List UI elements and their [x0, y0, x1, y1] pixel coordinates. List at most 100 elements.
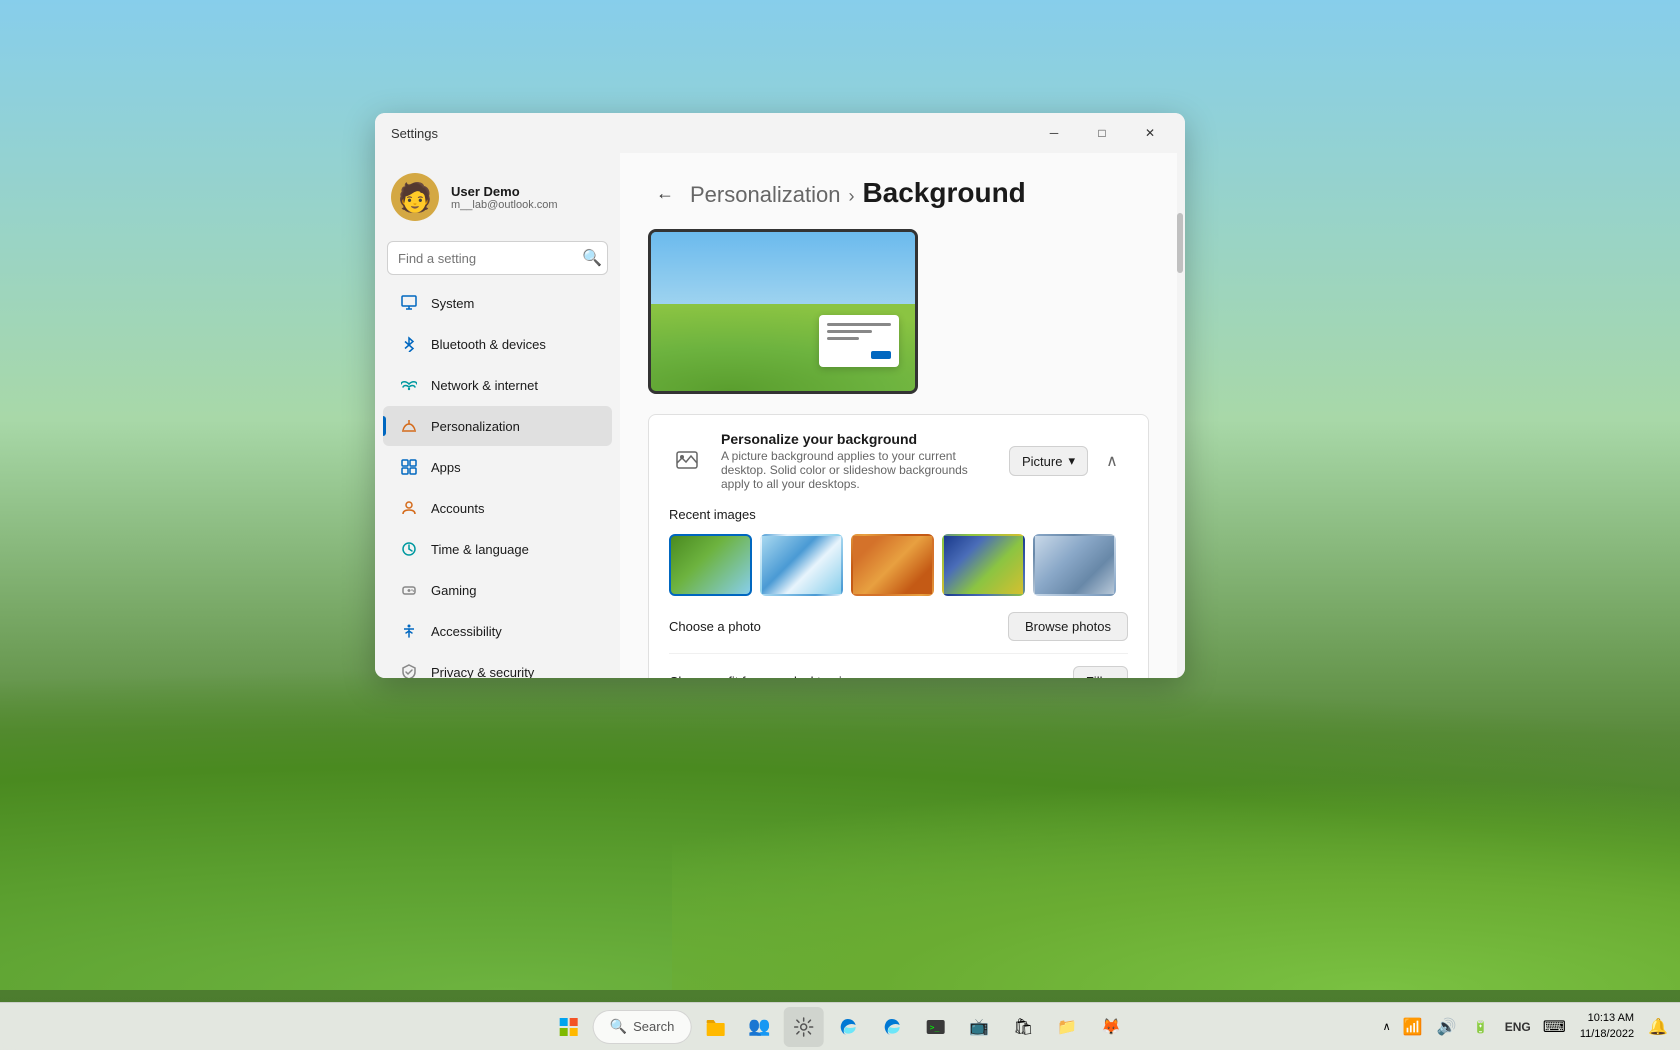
dropdown-arrow-icon: ▾ — [1068, 453, 1075, 469]
tray-network[interactable]: 📶 — [1397, 1007, 1429, 1047]
sidebar-item-label-time: Time & language — [431, 542, 529, 557]
sidebar-item-personalization[interactable]: Personalization — [383, 406, 612, 446]
user-info: User Demo m__lab@outlook.com — [451, 184, 604, 211]
sidebar-item-label-privacy: Privacy & security — [431, 665, 534, 679]
collapse-button[interactable]: ∧ — [1096, 445, 1128, 477]
taskbar-settings[interactable] — [783, 1007, 823, 1047]
clock-time: 10:13 AM — [1580, 1011, 1634, 1026]
window-title: Settings — [391, 126, 438, 141]
section-expanded: Recent images Choose a photo Browse phot… — [649, 507, 1148, 678]
taskbar-clock[interactable]: 10:13 AM 11/18/2022 — [1572, 1011, 1642, 1042]
dropdown-value: Picture — [1022, 454, 1062, 469]
minimize-button[interactable]: ─ — [1031, 117, 1077, 149]
language-indicator[interactable]: ENG — [1499, 1020, 1537, 1034]
sidebar-item-label-bluetooth: Bluetooth & devices — [431, 337, 546, 352]
section-control: Picture ▾ ∧ — [1009, 445, 1128, 477]
sidebar-item-accessibility[interactable]: Accessibility — [383, 611, 612, 651]
accounts-icon — [399, 498, 419, 518]
image-thumb-1[interactable] — [669, 534, 752, 596]
sidebar-item-label-accessibility: Accessibility — [431, 624, 502, 639]
tray-battery[interactable]: 🔋 — [1465, 1007, 1497, 1047]
accessibility-icon — [399, 621, 419, 641]
fit-dropdown-arrow-icon: ▾ — [1108, 673, 1115, 678]
desktop: Settings ─ □ ✕ 🧑 User Demo m — [0, 0, 1680, 1050]
title-bar: Settings ─ □ ✕ — [375, 113, 1185, 153]
personalization-icon — [399, 416, 419, 436]
breadcrumb-parent: Personalization — [690, 182, 840, 208]
image-thumb-3[interactable] — [851, 534, 934, 596]
sidebar-item-time[interactable]: Time & language — [383, 529, 612, 569]
sidebar-item-privacy[interactable]: Privacy & security — [383, 652, 612, 678]
privacy-icon — [399, 662, 419, 678]
clock-date: 11/18/2022 — [1580, 1027, 1634, 1042]
network-icon — [399, 375, 419, 395]
personalize-background-section: Personalize your background A picture ba… — [648, 414, 1149, 678]
taskbar-edge[interactable] — [827, 1007, 867, 1047]
user-name: User Demo — [451, 184, 604, 199]
back-button[interactable]: ← — [648, 179, 682, 208]
start-button[interactable] — [549, 1007, 589, 1047]
choose-photo-label: Choose a photo — [669, 619, 761, 634]
system-icon — [399, 293, 419, 313]
breadcrumb-current: Background — [862, 177, 1025, 209]
title-bar-controls: ─ □ ✕ — [1031, 117, 1173, 149]
tray-keyboard[interactable]: ⌨ — [1539, 1017, 1570, 1037]
taskbar-file-explorer[interactable] — [695, 1007, 735, 1047]
main-content: ← Personalization › Background — [620, 153, 1177, 678]
sidebar-item-label-apps: Apps — [431, 460, 461, 475]
taskbar-store[interactable]: 🛍 — [1003, 1007, 1043, 1047]
sidebar-item-apps[interactable]: Apps — [383, 447, 612, 487]
image-thumb-2[interactable] — [760, 534, 843, 596]
sidebar-item-label-network: Network & internet — [431, 378, 538, 393]
taskbar: 🔍 Search 👥 — [0, 1002, 1680, 1050]
section-title: Personalize your background — [721, 431, 993, 447]
fit-value: Fill — [1086, 674, 1103, 679]
time-icon — [399, 539, 419, 559]
sidebar-item-bluetooth[interactable]: Bluetooth & devices — [383, 324, 612, 364]
user-profile[interactable]: 🧑 User Demo m__lab@outlook.com — [375, 161, 620, 233]
taskbar-teams[interactable]: 👥 — [739, 1007, 779, 1047]
taskbar-search-label: Search — [633, 1019, 674, 1034]
tray-notification[interactable]: 🔔 — [1644, 1017, 1672, 1037]
sidebar-item-label-gaming: Gaming — [431, 583, 477, 598]
taskbar-search[interactable]: 🔍 Search — [593, 1010, 692, 1044]
section-desc: A picture background applies to your cur… — [721, 449, 993, 491]
browse-photos-button[interactable]: Browse photos — [1008, 612, 1128, 641]
sidebar-item-label-accounts: Accounts — [431, 501, 484, 516]
background-type-dropdown[interactable]: Picture ▾ — [1009, 446, 1088, 476]
images-grid — [669, 534, 1128, 596]
tray-volume[interactable]: 🔊 — [1431, 1007, 1463, 1047]
taskbar-terminal[interactable]: >_ — [915, 1007, 955, 1047]
taskbar-firefox[interactable]: 🦊 — [1091, 1007, 1131, 1047]
background-preview — [648, 229, 918, 394]
search-icon: 🔍 — [582, 248, 602, 268]
recent-images-label: Recent images — [669, 507, 1128, 522]
section-header: Personalize your background A picture ba… — [649, 415, 1148, 507]
search-input[interactable] — [398, 251, 574, 266]
sidebar-item-system[interactable]: System — [383, 283, 612, 323]
sidebar-item-network[interactable]: Network & internet — [383, 365, 612, 405]
taskbar-media[interactable]: 📺 — [959, 1007, 999, 1047]
taskbar-photos[interactable]: 📁 — [1047, 1007, 1087, 1047]
bluetooth-icon — [399, 334, 419, 354]
image-thumb-4[interactable] — [942, 534, 1025, 596]
tray-chevron[interactable]: ∧ — [1379, 1020, 1395, 1033]
maximize-button[interactable]: □ — [1079, 117, 1125, 149]
scrollbar-thumb[interactable] — [1177, 213, 1183, 273]
image-thumb-5[interactable] — [1033, 534, 1116, 596]
taskbar-right: ∧ 📶 🔊 🔋 ENG ⌨ 10:13 AM 11/18/2022 🔔 — [1379, 1007, 1680, 1047]
browse-row: Choose a photo Browse photos — [669, 612, 1128, 654]
sidebar-item-gaming[interactable]: Gaming — [383, 570, 612, 610]
fit-label: Choose a fit for your desktop image — [669, 674, 874, 679]
avatar: 🧑 — [391, 173, 439, 221]
sidebar-item-accounts[interactable]: Accounts — [383, 488, 612, 528]
section-text: Personalize your background A picture ba… — [721, 431, 993, 491]
search-box[interactable]: 🔍 — [387, 241, 608, 275]
close-button[interactable]: ✕ — [1127, 117, 1173, 149]
sidebar: 🧑 User Demo m__lab@outlook.com 🔍 — [375, 153, 620, 678]
scrollbar-track — [1177, 153, 1185, 678]
fit-dropdown[interactable]: Fill ▾ — [1073, 666, 1128, 678]
taskbar-edge-2[interactable] — [871, 1007, 911, 1047]
sidebar-item-label-system: System — [431, 296, 474, 311]
background-icon — [669, 443, 705, 479]
